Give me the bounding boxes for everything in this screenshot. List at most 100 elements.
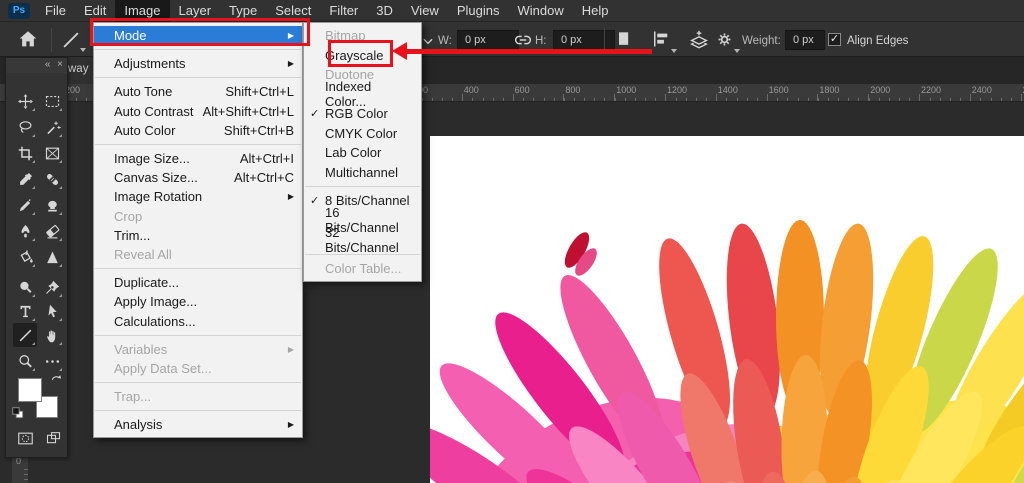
canvas[interactable] [430,136,1024,483]
submenu-item-32-bits-channel[interactable]: 32 Bits/Channel [304,230,421,250]
frame-tool[interactable] [40,141,64,165]
history-brush-tool[interactable] [13,219,37,243]
panel-close-icon[interactable]: × [57,59,63,70]
crop-tool[interactable] [13,141,37,165]
line-tool-preview-icon[interactable] [60,29,82,51]
submenu-item-cmyk-color[interactable]: CMYK Color [304,124,421,144]
menu-item-apply-data-set[interactable]: Apply Data Set... [94,359,302,378]
menu-item-image-rotation[interactable]: Image Rotation▶ [94,187,302,206]
healing-brush-tool[interactable] [40,167,64,191]
path-alignment-icon[interactable] [651,29,671,49]
path-alignment-caret-icon[interactable] [671,49,677,53]
photoshop-logo-icon: Ps [8,3,30,19]
menu-separator [95,268,301,269]
screen-mode-icon[interactable] [44,430,63,451]
sharpen-tool[interactable] [40,245,64,269]
gear-icon[interactable] [714,29,735,50]
checkmark-icon: ✓ [310,194,319,207]
menu-separator [305,186,420,187]
menu-item-adjustments[interactable]: Adjustments▶ [94,54,302,73]
menu-separator [95,144,301,145]
brush-tool[interactable] [13,193,37,217]
document-tab[interactable]: way [66,57,93,84]
foreground-color-swatch[interactable] [18,378,42,402]
menu-item-calculations[interactable]: Calculations... [94,311,302,330]
type-tool[interactable] [13,299,37,323]
menubar-item-file[interactable]: File [36,0,75,22]
quick-mask-icon[interactable] [16,430,35,452]
home-icon[interactable] [17,28,39,50]
height-input[interactable]: 0 px [553,30,615,50]
menu-item-apply-image[interactable]: Apply Image... [94,292,302,311]
width-input[interactable]: 0 px [457,30,519,50]
vertical-ruler: 0 [12,455,28,483]
menu-shortcut: Alt+Ctrl+C [234,170,294,185]
ruler-label: 800 [565,85,580,95]
menu-item-reveal-all[interactable]: Reveal All [94,245,302,264]
zoom-tool[interactable] [13,349,37,373]
panel-collapse-icon[interactable]: « [45,59,51,70]
flower-image [430,136,1024,483]
menu-item-auto-contrast[interactable]: Auto ContrastAlt+Shift+Ctrl+L [94,102,302,121]
submenu-arrow-icon: ▶ [288,59,294,68]
submenu-item-rgb-color[interactable]: ✓RGB Color [304,104,421,124]
submenu-item-multichannel[interactable]: Multichannel [304,163,421,183]
submenu-item-lab-color[interactable]: Lab Color [304,143,421,163]
tools-panel-header: « × [6,58,67,73]
menubar-item-view[interactable]: View [402,0,448,22]
lasso-tool[interactable] [13,115,37,139]
gear-caret-icon[interactable] [734,49,740,53]
stroke-options-chevron-icon[interactable] [421,34,435,48]
menu-item-trap[interactable]: Trap... [94,387,302,406]
link-dimensions-icon[interactable] [512,29,534,51]
pen-tool[interactable] [40,275,64,299]
dodge-tool[interactable] [13,275,37,299]
menu-item-image-size[interactable]: Image Size...Alt+Ctrl+I [94,149,302,168]
move-tool[interactable] [13,89,37,113]
red-arrow-head [392,42,407,60]
clone-stamp-tool[interactable] [40,193,64,217]
submenu-item-color-table[interactable]: Color Table... [304,259,421,279]
path-operations-icon[interactable] [614,29,634,49]
menu-item-canvas-size[interactable]: Canvas Size...Alt+Ctrl+C [94,168,302,187]
eraser-tool[interactable] [40,219,64,243]
menubar-item-plugins[interactable]: Plugins [448,0,509,22]
magic-wand-tool[interactable] [40,115,64,139]
menu-item-auto-color[interactable]: Auto ColorShift+Ctrl+B [94,121,302,140]
path-selection-tool[interactable] [40,299,64,323]
menubar-item-window[interactable]: Window [508,0,572,22]
paint-bucket-tool[interactable] [13,245,37,269]
menu-item-variables[interactable]: Variables▶ [94,340,302,359]
menu-shortcut: Shift+Ctrl+L [225,84,294,99]
align-edges-checkbox[interactable]: ✓ [828,33,841,46]
weight-input[interactable]: 0 px [785,30,825,50]
options-separator [51,28,52,52]
submenu-arrow-icon: ▶ [288,345,294,354]
swap-colors-icon[interactable] [50,374,64,393]
menubar-item-help[interactable]: Help [573,0,618,22]
menu-shortcut: Shift+Ctrl+B [224,123,294,138]
menu-shortcut: Alt+Shift+Ctrl+L [203,104,294,119]
hand-tool[interactable] [40,323,64,347]
menu-separator [95,49,301,50]
ruler-label: 2400 [972,85,992,95]
ellipsis-tool[interactable] [40,349,64,373]
checkmark-icon: ✓ [310,107,319,120]
menu-item-duplicate[interactable]: Duplicate... [94,273,302,292]
submenu-item-indexed-color[interactable]: Indexed Color... [304,85,421,105]
tool-preset-caret-icon[interactable] [80,48,86,52]
menu-item-crop[interactable]: Crop [94,207,302,226]
menu-item-trim[interactable]: Trim... [94,226,302,245]
ruler-label: 2200 [921,85,941,95]
menubar-item-3d[interactable]: 3D [367,0,402,22]
submenu-arrow-icon: ▶ [288,192,294,201]
default-colors-icon[interactable] [11,406,25,425]
eyedropper-tool[interactable] [13,167,37,191]
rectangular-marquee-tool[interactable] [40,89,64,113]
line-tool[interactable] [13,323,37,347]
menu-item-auto-tone[interactable]: Auto ToneShift+Ctrl+L [94,82,302,101]
path-arrangement-icon[interactable] [688,29,710,51]
menu-item-analysis[interactable]: Analysis▶ [94,415,302,434]
menubar-item-filter[interactable]: Filter [320,0,367,22]
tools-panel: « × [5,57,68,458]
